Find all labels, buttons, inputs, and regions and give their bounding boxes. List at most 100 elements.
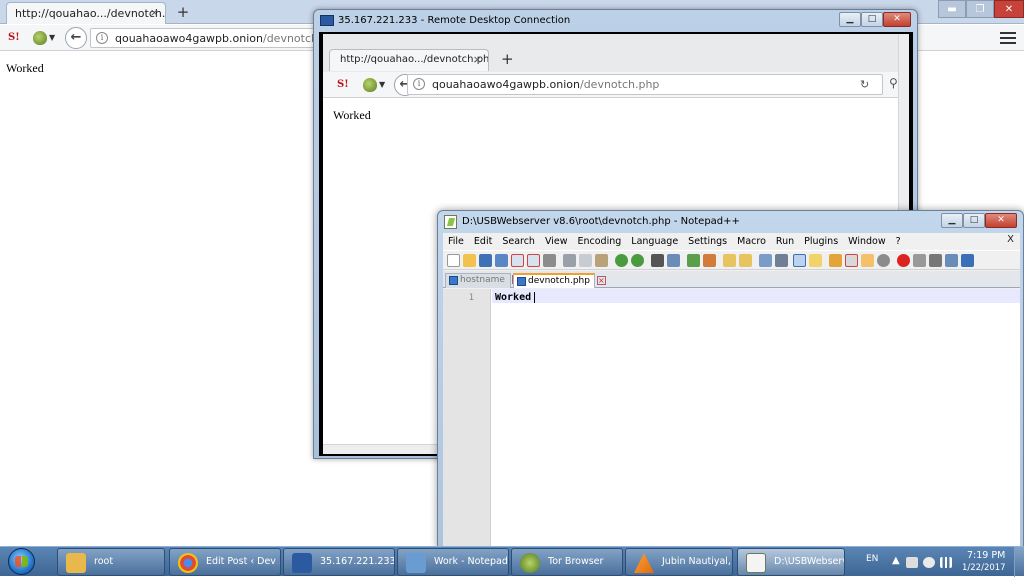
menu-view[interactable]: View [540, 236, 573, 247]
user-language-icon[interactable] [809, 254, 822, 267]
stop-macro-icon[interactable] [913, 254, 926, 267]
back-button[interactable]: ← [65, 27, 87, 49]
taskbar-item-remote-desktop[interactable]: 35.167.221.233 -... [283, 548, 395, 576]
show-hidden-icons-icon[interactable]: ▲ [892, 555, 900, 566]
search-icon[interactable]: ⚲ [889, 76, 898, 90]
menu-help[interactable]: ? [891, 236, 906, 247]
file-tab-hostname[interactable]: hostname × [445, 273, 521, 288]
reload-icon[interactable]: ↻ [860, 78, 869, 91]
taskbar-item-vlc[interactable]: Jubin Nautiyal, ... [625, 548, 733, 576]
menu-language[interactable]: Language [626, 236, 683, 247]
inner-browser-tab[interactable]: http://qouahao.../devnotch.php × [329, 49, 489, 71]
noscript-badge-icon[interactable]: S! [337, 78, 353, 92]
maximize-button[interactable]: □ [861, 12, 883, 27]
clock-time[interactable]: 7:19 PM [967, 550, 1005, 561]
new-tab-button[interactable]: + [174, 3, 192, 21]
site-info-icon[interactable]: i [413, 78, 425, 90]
menu-macro[interactable]: Macro [732, 236, 771, 247]
copy-icon[interactable] [579, 254, 592, 267]
input-language[interactable]: EN [866, 554, 878, 564]
notepadpp-window[interactable]: D:\USBWebserver v8.6\root\devnotch.php -… [437, 210, 1024, 549]
hamburger-menu-icon[interactable] [1000, 30, 1016, 44]
indent-guide-icon[interactable] [793, 254, 806, 267]
menu-window[interactable]: Window [843, 236, 890, 247]
save-macro-icon[interactable] [961, 254, 974, 267]
page-text: Worked [6, 61, 44, 75]
network-signal-icon[interactable] [940, 557, 952, 568]
close-window-button[interactable]: ✕ [883, 12, 911, 27]
code-text[interactable]: Worked [495, 292, 531, 303]
action-center-icon[interactable] [906, 557, 918, 568]
maximize-button[interactable]: □ [963, 213, 985, 228]
noscript-badge-icon[interactable]: S! [8, 31, 24, 45]
tor-onion-icon[interactable] [33, 31, 47, 45]
taskbar-item-notepad[interactable]: Work - Notepad [397, 548, 509, 576]
taskbar-item-explorer[interactable]: root [57, 548, 165, 576]
play-macro-icon[interactable] [929, 254, 942, 267]
close-window-button[interactable]: ✕ [985, 213, 1017, 228]
address-bar[interactable]: i qouahaoawo4gawpb.onion/devnotch.php ↻ [407, 74, 883, 95]
function-list-icon[interactable] [845, 254, 858, 267]
start-button[interactable] [2, 546, 42, 577]
run-macro-multiple-icon[interactable] [945, 254, 958, 267]
notepadpp-icon [746, 553, 766, 573]
undo-icon[interactable] [615, 254, 628, 267]
close-tab-icon[interactable]: × [150, 6, 159, 19]
show-all-characters-icon[interactable] [775, 254, 788, 267]
taskbar-item-chrome[interactable]: Edit Post ‹ Dev ... [169, 548, 281, 576]
menu-encoding[interactable]: Encoding [573, 236, 627, 247]
paste-icon[interactable] [595, 254, 608, 267]
browser-tab-title: http://qouahao.../devnotch.php [15, 7, 166, 20]
minimize-button[interactable]: ▁ [839, 12, 861, 27]
menu-search[interactable]: Search [497, 236, 540, 247]
sync-vertical-icon[interactable] [723, 254, 736, 267]
close-all-icon[interactable] [527, 254, 540, 267]
chevron-down-icon[interactable]: ▼ [379, 80, 385, 89]
new-file-icon[interactable] [447, 254, 460, 267]
close-tab-icon[interactable]: × [596, 276, 606, 285]
save-icon[interactable] [479, 254, 492, 267]
zoom-in-icon[interactable] [687, 254, 700, 267]
close-tab-icon[interactable]: × [473, 53, 482, 66]
document-map-icon[interactable] [829, 254, 842, 267]
redo-icon[interactable] [631, 254, 644, 267]
clock-date[interactable]: 1/22/2017 [962, 563, 1006, 573]
minimize-button[interactable]: ▬ [938, 0, 966, 18]
chevron-down-icon[interactable]: ▼ [49, 33, 55, 42]
cut-icon[interactable] [563, 254, 576, 267]
menu-edit[interactable]: Edit [469, 236, 497, 247]
menu-plugins[interactable]: Plugins [799, 236, 843, 247]
show-desktop-button[interactable] [1014, 547, 1024, 577]
maximize-button[interactable]: ❐ [966, 0, 994, 18]
record-macro-icon[interactable] [897, 254, 910, 267]
volume-icon[interactable] [923, 557, 935, 568]
replace-icon[interactable] [667, 254, 680, 267]
browser-tab[interactable]: http://qouahao.../devnotch.php × [6, 2, 166, 24]
tor-onion-icon[interactable] [363, 78, 377, 92]
monitoring-icon[interactable] [877, 254, 890, 267]
close-file-icon[interactable] [511, 254, 524, 267]
taskbar-item-notepadpp[interactable]: D:\USBWebserv... [737, 548, 845, 576]
site-info-icon[interactable]: i [96, 32, 108, 44]
find-icon[interactable] [651, 254, 664, 267]
close-document-button[interactable]: X [1007, 234, 1014, 245]
minimize-button[interactable]: ▁ [941, 213, 963, 228]
print-icon[interactable] [543, 254, 556, 267]
inner-browser-tab-title: http://qouahao.../devnotch.php [340, 54, 489, 65]
new-tab-button[interactable]: + [501, 50, 514, 68]
notepad-icon [406, 553, 426, 573]
zoom-out-icon[interactable] [703, 254, 716, 267]
menu-file[interactable]: File [443, 236, 469, 247]
sync-horizontal-icon[interactable] [739, 254, 752, 267]
editor[interactable]: 1 Worked [443, 289, 1020, 549]
word-wrap-icon[interactable] [759, 254, 772, 267]
menu-run[interactable]: Run [771, 236, 799, 247]
file-tab-devnotch[interactable]: devnotch.php × [513, 273, 606, 288]
menu-settings[interactable]: Settings [683, 236, 732, 247]
open-file-icon[interactable] [463, 254, 476, 267]
close-window-button[interactable]: ✕ [994, 0, 1024, 18]
folder-icon [66, 553, 86, 573]
folder-as-workspace-icon[interactable] [861, 254, 874, 267]
save-all-icon[interactable] [495, 254, 508, 267]
taskbar-item-tor-browser[interactable]: Tor Browser [511, 548, 623, 576]
